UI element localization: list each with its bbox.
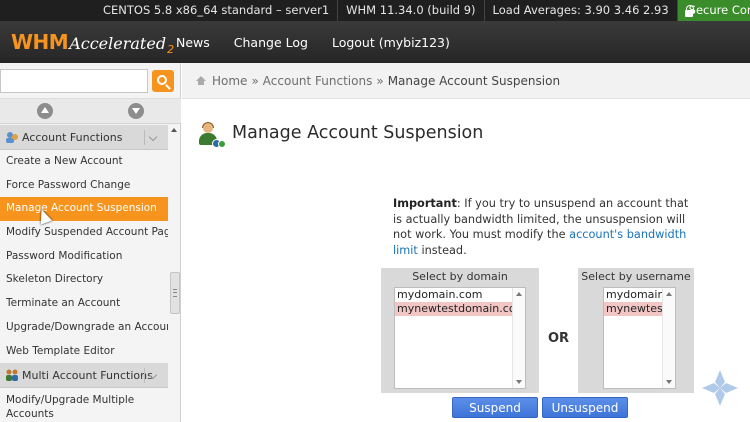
username-listbox[interactable]: mydomain mynewtes xyxy=(603,287,676,389)
breadcrumb-home[interactable]: Home xyxy=(212,74,247,88)
menu-scroll-up-button[interactable] xyxy=(0,99,91,123)
breadcrumb-separator: » xyxy=(376,73,384,88)
domain-listbox[interactable]: mydomain.com mynewtestdomain.com xyxy=(394,287,526,389)
server-status-bar: CENTOS 5.8 x86_64 standard – server1 WHM… xyxy=(0,0,750,21)
sidebar-item-password-modification[interactable]: Password Modification xyxy=(0,245,168,269)
sidebar: Account Functions Create a New Account F… xyxy=(0,63,181,422)
server-info: CENTOS 5.8 x86_64 standard – server1 xyxy=(0,0,339,21)
page-title: Manage Account Suspension xyxy=(232,123,484,143)
nav-change-log[interactable]: Change Log xyxy=(234,35,308,50)
chevron-down-icon[interactable] xyxy=(144,130,160,145)
scroll-up-arrow-icon[interactable] xyxy=(171,128,177,132)
secure-connection-indicator: Secure Connecti xyxy=(677,0,750,21)
nav-logout[interactable]: Logout (mybiz123) xyxy=(332,35,450,50)
or-label: OR xyxy=(548,331,570,346)
watermark-logo-icon xyxy=(702,370,738,406)
sidebar-item-web-template-editor[interactable]: Web Template Editor xyxy=(0,340,168,364)
breadcrumb-section[interactable]: Account Functions xyxy=(263,74,373,88)
select-by-username-caption: Select by username xyxy=(581,270,691,283)
logo-whm: WHM xyxy=(11,30,69,54)
select-by-domain-caption: Select by domain xyxy=(412,270,508,283)
nav-news[interactable]: News xyxy=(176,35,210,50)
notice-bold: Important xyxy=(393,197,457,210)
domain-listbox-scrollbar[interactable] xyxy=(512,288,525,388)
sidebar-item-force-password-change[interactable]: Force Password Change xyxy=(0,174,168,198)
sidebar-scrollbar[interactable] xyxy=(170,125,180,422)
sidebar-menu: Account Functions Create a New Account F… xyxy=(0,125,168,418)
sidebar-scrollbar-thumb[interactable] xyxy=(170,272,180,314)
logo-accelerated: Accelerated xyxy=(69,34,167,53)
menu-scroll-down-button[interactable] xyxy=(91,99,182,123)
group-multi-account-functions[interactable]: Multi Account Functions xyxy=(0,363,168,389)
sidebar-item-modify-suspended-page[interactable]: Modify Suspended Account Page xyxy=(0,221,168,245)
logo-version: 2 xyxy=(167,43,175,56)
group-account-functions[interactable]: Account Functions xyxy=(0,125,168,150)
search-button[interactable] xyxy=(152,70,174,92)
account-functions-icon xyxy=(6,132,18,143)
breadcrumb: Home » Account Functions » Manage Accoun… xyxy=(182,63,750,99)
sidebar-item-terminate-account[interactable]: Terminate an Account xyxy=(0,292,168,316)
sidebar-item-upgrade-downgrade[interactable]: Upgrade/Downgrade an Account xyxy=(0,316,168,340)
suspend-button[interactable]: Suspend xyxy=(452,397,538,418)
multi-account-icon xyxy=(6,369,18,382)
sidebar-item-manage-account-suspension[interactable]: Manage Account Suspension xyxy=(0,197,168,222)
sidebar-item-create-account[interactable]: Create a New Account xyxy=(0,150,168,174)
select-by-username-panel: Select by username mydomain mynewtes xyxy=(578,268,694,393)
secure-connection-label: Secure Connecti xyxy=(688,3,750,17)
top-header: WHM Accelerated 2 News Change Log Logout… xyxy=(0,21,750,63)
whm-logo[interactable]: WHM Accelerated 2 xyxy=(0,30,174,56)
account-suspension-icon xyxy=(198,122,226,149)
whm-version: WHM 11.34.0 (build 9) xyxy=(338,0,485,21)
top-nav: News Change Log Logout (mybiz123) xyxy=(165,35,450,50)
group-label: Multi Account Functions xyxy=(22,368,153,382)
search-icon xyxy=(157,75,167,85)
menu-scroll-controls xyxy=(0,98,181,124)
home-icon[interactable] xyxy=(196,76,206,85)
sidebar-search xyxy=(0,67,181,95)
sidebar-search-input[interactable] xyxy=(0,69,148,93)
load-averages: Load Averages: 3.90 3.46 2.93 xyxy=(485,0,678,21)
arrow-up-icon xyxy=(37,103,54,119)
important-notice: Important: If you try to unsuspend an ac… xyxy=(393,196,689,258)
chevron-down-icon[interactable] xyxy=(144,368,160,384)
domain-option-selected[interactable]: mynewtestdomain.com xyxy=(395,302,525,316)
breadcrumb-current: Manage Account Suspension xyxy=(387,73,561,88)
username-listbox-scrollbar[interactable] xyxy=(662,288,675,388)
domain-option[interactable]: mydomain.com xyxy=(395,288,525,302)
group-label: Account Functions xyxy=(22,130,123,144)
select-by-domain-panel: Select by domain mydomain.com mynewtestd… xyxy=(381,268,539,393)
unsuspend-button[interactable]: Unsuspend xyxy=(542,397,628,418)
sidebar-item-modify-upgrade-multiple[interactable]: Modify/Upgrade Multiple Accounts xyxy=(0,388,168,418)
breadcrumb-separator: » xyxy=(251,73,259,88)
arrow-down-icon xyxy=(127,103,144,119)
notice-tail: instead. xyxy=(417,243,467,257)
sidebar-item-skeleton-directory[interactable]: Skeleton Directory xyxy=(0,268,168,292)
